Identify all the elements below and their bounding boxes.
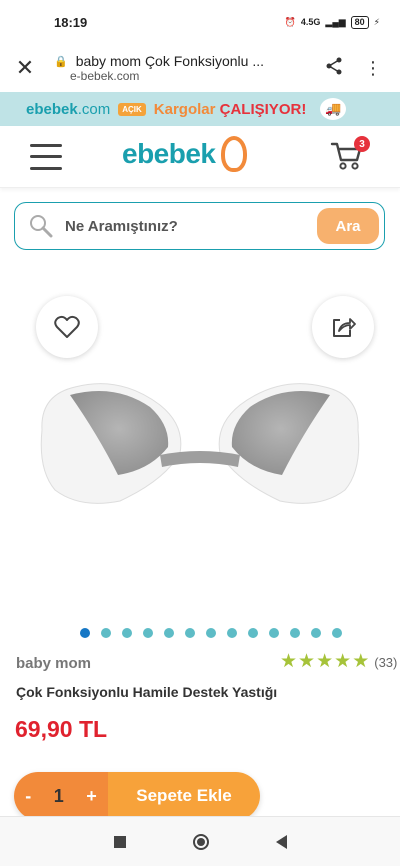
- carousel-dot[interactable]: [122, 628, 132, 638]
- signal-icon: ▂▄▆: [325, 16, 346, 27]
- site-header: ebebek 3: [0, 126, 400, 188]
- promo-badge: AÇIK: [118, 102, 146, 116]
- rating-count: (33): [374, 654, 398, 670]
- status-bar: 18:19 ⏰ 4.5G ▂▄▆ 80 ⚡: [0, 0, 400, 44]
- heart-icon: [54, 315, 80, 338]
- product-name: Çok Fonksiyonlu Hamile Destek Yastığı: [16, 684, 278, 700]
- browser-title: baby mom Çok Fonksiyonlu ...: [75, 53, 264, 69]
- alarm-icon: ⏰: [284, 16, 296, 27]
- carousel-dot[interactable]: [290, 628, 300, 638]
- logo-mark-icon: [220, 136, 247, 172]
- carousel-dot[interactable]: [206, 628, 216, 638]
- star-icon: ★: [298, 651, 316, 672]
- carousel-dot[interactable]: [101, 628, 111, 638]
- hamburger-menu-icon[interactable]: [30, 143, 62, 170]
- delivery-truck-icon: 🚚: [320, 98, 347, 120]
- promo-text: Kargolar ÇALIŞIYOR!: [153, 100, 307, 118]
- search-button[interactable]: Ara: [317, 208, 379, 244]
- add-to-cart-bar: - 1 + Sepete Ekle: [14, 772, 260, 820]
- lock-icon: 🔒: [54, 55, 68, 68]
- home-icon[interactable]: [192, 833, 209, 850]
- promo-banner[interactable]: ebebek.com AÇIK Kargolar ÇALIŞIYOR! 🚚: [0, 92, 400, 126]
- carousel-dot[interactable]: [332, 628, 342, 638]
- star-icon: ★: [316, 651, 334, 672]
- search-icon: [30, 215, 53, 238]
- star-icon: ★: [334, 651, 352, 672]
- increase-quantity-button[interactable]: +: [86, 786, 97, 807]
- status-icons: ⏰ 4.5G ▂▄▆ 80 ⚡: [284, 15, 380, 29]
- carousel-dot[interactable]: [311, 628, 321, 638]
- carousel-dot[interactable]: [143, 628, 153, 638]
- browser-domain: e-bebek.com: [70, 69, 140, 83]
- star-icon: ★: [280, 651, 298, 672]
- system-nav-bar: [0, 816, 400, 866]
- quantity-value[interactable]: 1: [53, 785, 64, 807]
- carousel-dot[interactable]: [227, 628, 237, 638]
- search-input[interactable]: [65, 217, 295, 235]
- product-price: 69,90 TL: [15, 716, 108, 742]
- more-vert-icon[interactable]: ⋮: [364, 58, 382, 79]
- browser-bar: ✕ 🔒 baby mom Çok Fonksiyonlu ... e-bebek…: [0, 44, 400, 92]
- charging-icon: ⚡: [373, 16, 380, 27]
- share-arrow-icon: [333, 318, 356, 337]
- battery-icon: 80: [350, 15, 369, 29]
- share-icon[interactable]: [324, 56, 344, 81]
- recents-icon[interactable]: [113, 835, 126, 848]
- image-carousel-dots[interactable]: [80, 628, 342, 638]
- add-to-cart-button[interactable]: Sepete Ekle: [108, 772, 260, 820]
- cart-count-badge: 3: [354, 136, 370, 152]
- favorite-button[interactable]: [36, 296, 98, 358]
- carousel-dot[interactable]: [164, 628, 174, 638]
- site-logo[interactable]: ebebek: [122, 136, 247, 172]
- carousel-dot[interactable]: [185, 628, 195, 638]
- star-icon: ★: [352, 651, 370, 672]
- product-brand[interactable]: baby mom: [16, 655, 91, 672]
- carousel-dot[interactable]: [80, 628, 90, 638]
- carousel-dot[interactable]: [269, 628, 279, 638]
- quantity-stepper: - 1 +: [14, 772, 108, 820]
- share-product-button[interactable]: [312, 296, 374, 358]
- cart-button[interactable]: 3: [330, 136, 370, 172]
- carousel-dot[interactable]: [248, 628, 258, 638]
- search-box: Ara: [14, 202, 385, 250]
- close-icon[interactable]: ✕: [0, 44, 50, 92]
- back-icon[interactable]: [275, 834, 287, 849]
- browser-url[interactable]: 🔒 baby mom Çok Fonksiyonlu ... e-bebek.c…: [50, 53, 324, 83]
- promo-logo: ebebek.com: [26, 100, 111, 118]
- status-time: 18:19: [54, 14, 88, 30]
- product-rating[interactable]: ★ ★ ★ ★ ★ (33): [280, 652, 397, 672]
- decrease-quantity-button[interactable]: -: [25, 786, 31, 807]
- network-label: 4.5G: [300, 17, 321, 27]
